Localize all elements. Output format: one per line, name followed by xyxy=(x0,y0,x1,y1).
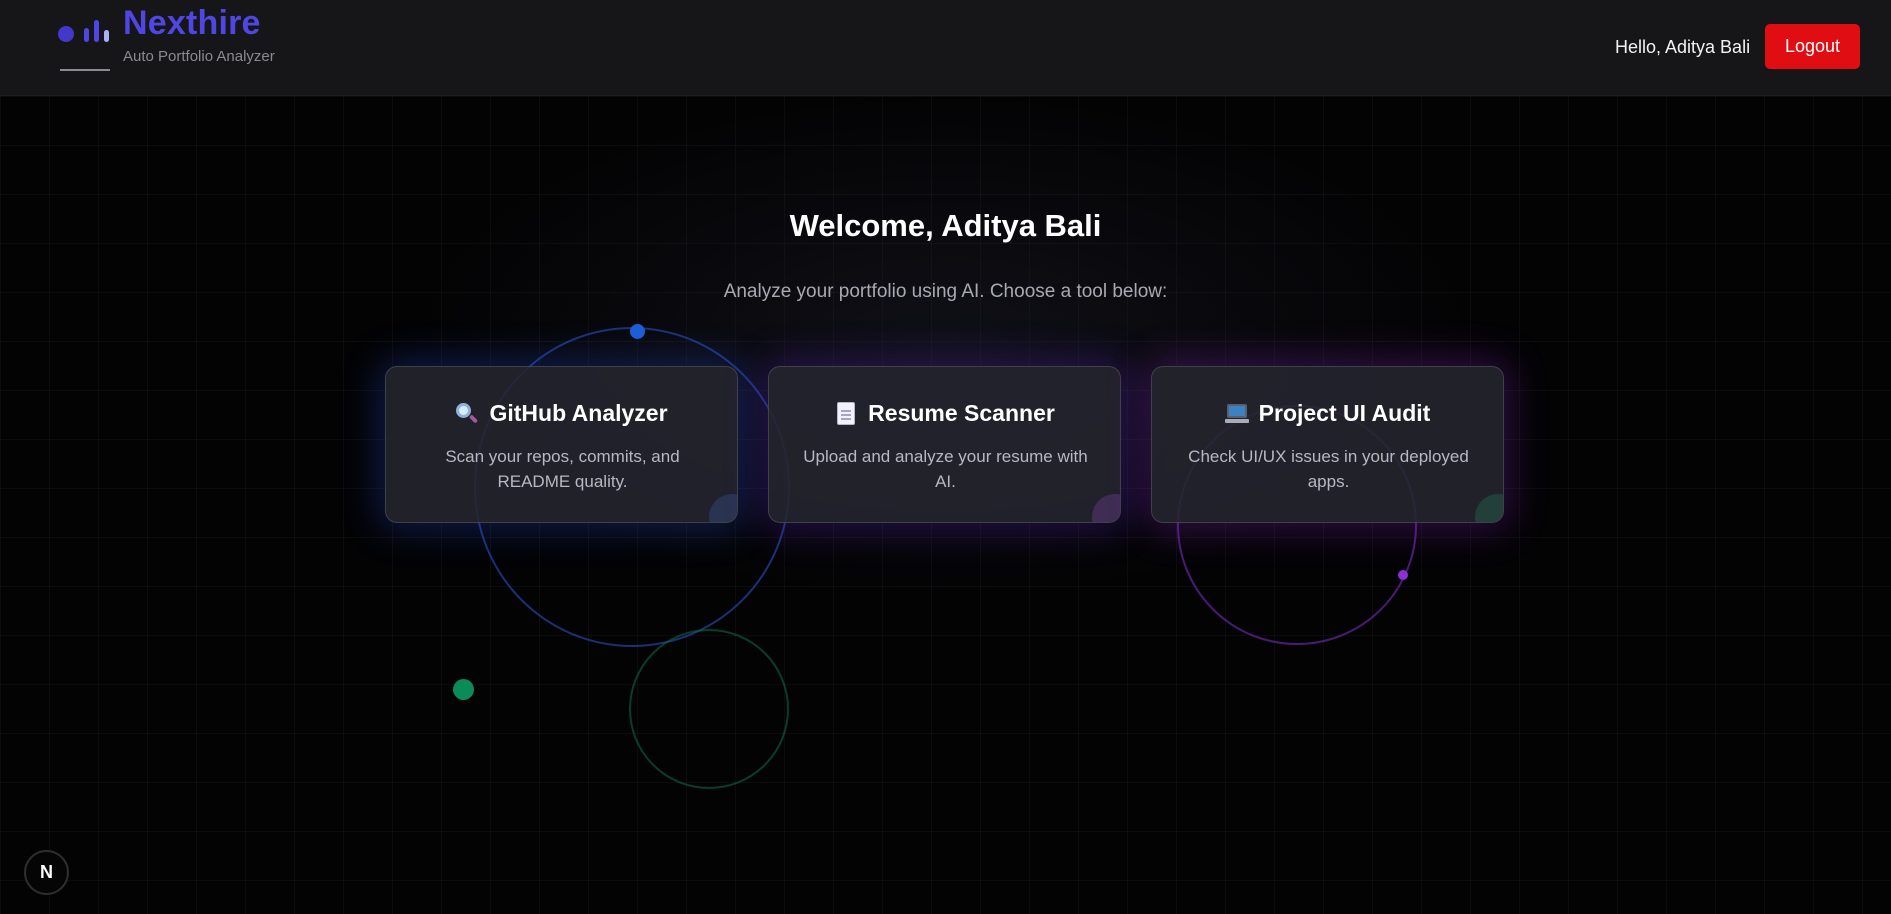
tool-card-title: Resume Scanner xyxy=(868,400,1055,426)
logo-icon xyxy=(58,18,112,74)
tool-card-title-row: Project UI Audit xyxy=(1152,400,1503,427)
tool-card-description: Scan your repos, commits, and README qua… xyxy=(445,447,680,491)
brand-tagline: Auto Portfolio Analyzer xyxy=(123,48,275,65)
logo-dot xyxy=(58,26,74,42)
tool-card-project-ui-audit[interactable]: Project UI Audit Check UI/UX issues in y… xyxy=(1151,366,1504,523)
tool-card-resume-scanner[interactable]: Resume Scanner Upload and analyze your r… xyxy=(768,366,1121,523)
tool-card-title: GitHub Analyzer xyxy=(489,400,668,426)
card-corner-accent xyxy=(1475,494,1503,522)
logo-bar xyxy=(94,20,99,42)
page-icon xyxy=(834,401,858,426)
tool-card-description: Upload and analyze your resume with AI. xyxy=(803,447,1088,491)
logout-button[interactable]: Logout xyxy=(1765,24,1860,69)
magnifying-glass-icon xyxy=(455,402,479,426)
welcome-subtitle: Analyze your portfolio using AI. Choose … xyxy=(723,281,1168,302)
decorative-dot-green xyxy=(453,679,474,700)
decorative-dot-blue xyxy=(630,324,645,339)
decorative-dot-purple xyxy=(1398,570,1408,580)
page: Nexthire Auto Portfolio Analyzer Hello, … xyxy=(0,0,1891,914)
logo-bar xyxy=(84,28,89,42)
decorative-ring-green xyxy=(629,629,789,789)
logo-underline xyxy=(60,69,110,71)
brand-name: Nexthire xyxy=(123,4,261,42)
tool-card-description: Check UI/UX issues in your deployed apps… xyxy=(1188,447,1469,491)
card-corner-accent xyxy=(1092,494,1120,522)
tool-card-title-row: Resume Scanner xyxy=(769,400,1120,427)
logo-bar xyxy=(104,30,109,42)
user-greeting: Hello, Aditya Bali xyxy=(1615,37,1751,57)
laptop-icon xyxy=(1224,402,1249,426)
welcome-heading: Welcome, Aditya Bali xyxy=(789,208,1102,243)
card-corner-accent xyxy=(709,494,737,522)
tool-card-title-row: GitHub Analyzer xyxy=(386,400,737,427)
top-navbar: Nexthire Auto Portfolio Analyzer Hello, … xyxy=(0,0,1891,96)
tool-card-title: Project UI Audit xyxy=(1258,400,1431,426)
nextjs-logo-icon: N xyxy=(40,862,53,882)
nextjs-dev-badge[interactable]: N xyxy=(24,850,69,895)
tool-card-github-analyzer[interactable]: GitHub Analyzer Scan your repos, commits… xyxy=(385,366,738,523)
